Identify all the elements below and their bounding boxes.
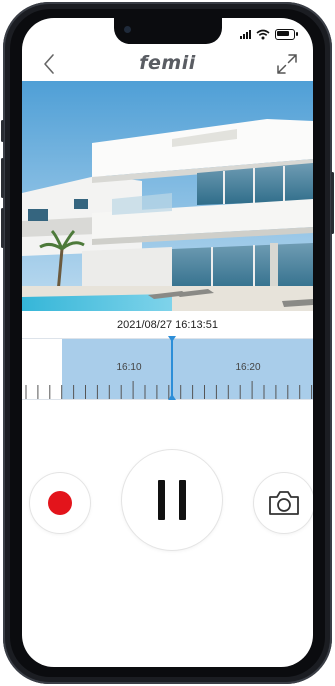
app-logo: femii <box>139 52 196 74</box>
playback-timeline[interactable]: 16:10 16:20 <box>22 336 313 400</box>
phone-side-button <box>1 158 4 198</box>
battery-icon <box>275 28 298 40</box>
pause-button[interactable] <box>122 450 222 550</box>
camera-icon <box>269 491 299 515</box>
record-button[interactable] <box>30 473 90 533</box>
status-bar <box>240 27 298 41</box>
pause-icon <box>179 480 186 520</box>
record-dot-icon <box>48 491 72 515</box>
notch <box>114 18 222 44</box>
playhead-cursor[interactable] <box>168 336 176 400</box>
video-timestamp: 2021/08/27 16:13:51 <box>117 319 218 331</box>
wifi-icon <box>256 29 270 39</box>
app-screen: femii 2021/08/27 16:13:51 16:10 16:20 <box>22 18 313 667</box>
snapshot-button[interactable] <box>254 473 313 533</box>
pause-icon <box>158 480 165 520</box>
phone-side-button <box>331 172 334 234</box>
video-frame <box>22 81 313 311</box>
timeline-label: 16:20 <box>235 362 261 373</box>
phone-side-button <box>1 120 4 142</box>
app-header: femii <box>22 48 313 80</box>
signal-icon <box>240 29 251 39</box>
fullscreen-icon[interactable] <box>275 52 299 76</box>
phone-side-button <box>1 208 4 248</box>
camera-video-feed[interactable] <box>22 81 313 311</box>
timeline-label: 16:10 <box>116 362 142 373</box>
